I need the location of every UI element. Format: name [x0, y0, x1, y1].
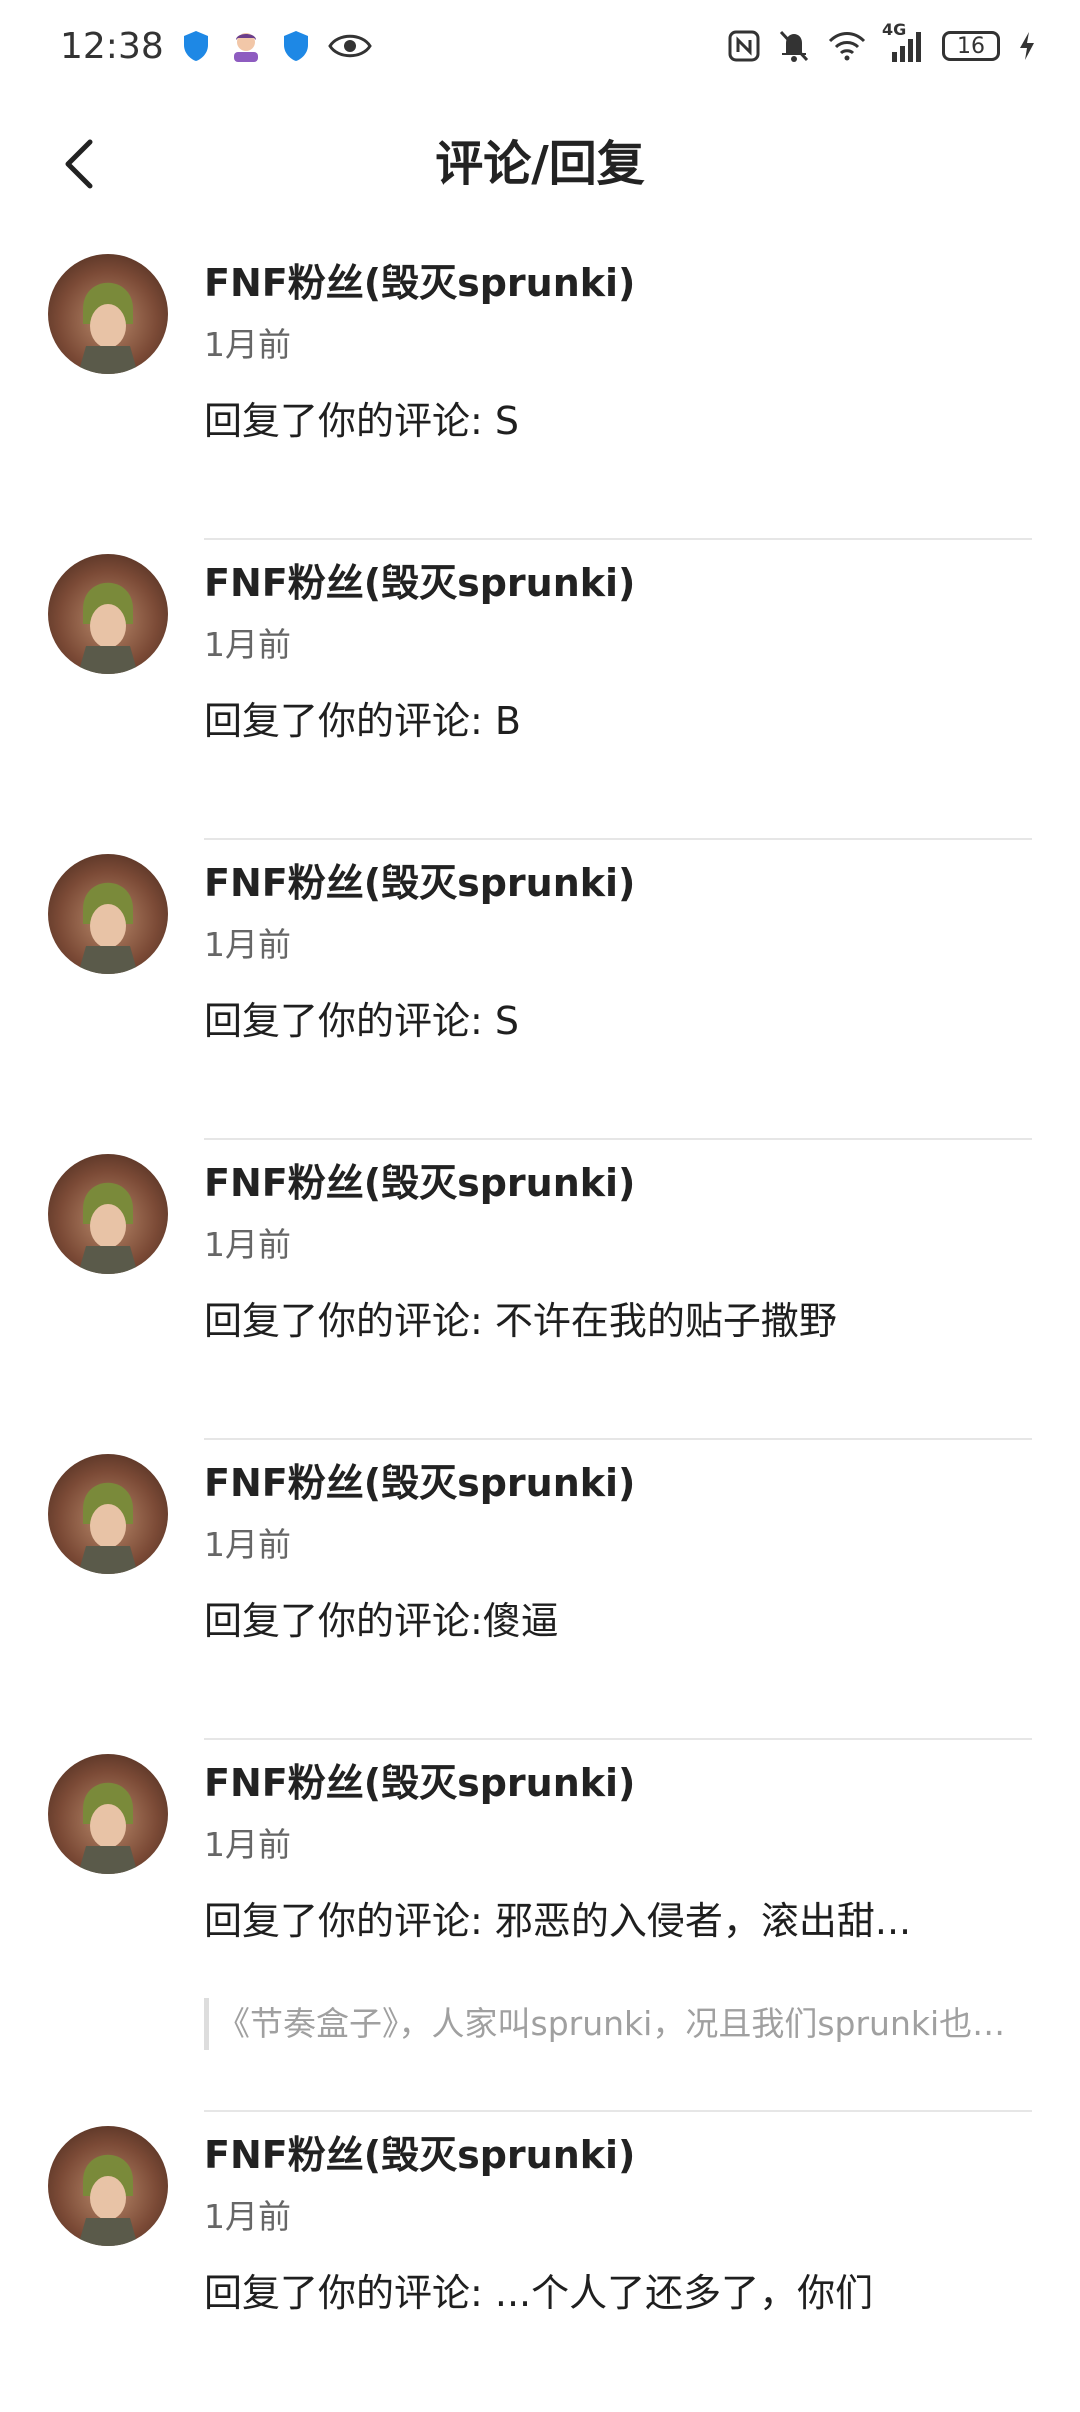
list-item[interactable]: FNF粉丝(毁灭sprunki) 1月前 回复了你的评论: B: [0, 540, 1080, 840]
username[interactable]: FNF粉丝(毁灭sprunki): [204, 1152, 635, 1207]
timestamp: 1月前: [204, 1825, 291, 1864]
username[interactable]: FNF粉丝(毁灭sprunki): [204, 2124, 635, 2179]
reply-text[interactable]: 回复了你的评论: 邪恶的入侵者，滚出甜...: [204, 1890, 911, 1945]
battery-level: 16: [957, 33, 985, 59]
status-right: 4G 16: [728, 20, 1036, 63]
list-item[interactable]: FNF粉丝(毁灭sprunki) 1月前 回复了你的评论: S: [0, 840, 1080, 1140]
list-item[interactable]: FNF粉丝(毁灭sprunki) 1月前 回复了你的评论: 邪恶的入侵者，滚出甜…: [0, 1740, 1080, 2112]
reply-text[interactable]: 回复了你的评论:傻逼: [204, 1590, 559, 1645]
avatar[interactable]: [48, 854, 168, 974]
status-left: 12:38: [60, 26, 372, 67]
shield-icon: [282, 30, 310, 62]
battery-icon: 16: [942, 31, 1000, 61]
list-item[interactable]: FNF粉丝(毁灭sprunki) 1月前 回复了你的评论: ...个人了还多了，…: [0, 2112, 1080, 2412]
clock: 12:38: [60, 25, 164, 67]
charging-icon: [1018, 31, 1036, 61]
network-type: 4G: [882, 20, 907, 39]
avatar[interactable]: [48, 2126, 168, 2246]
page-title: 评论/回复: [435, 136, 645, 192]
list-item[interactable]: FNF粉丝(毁灭sprunki) 1月前 回复了你的评论: S: [0, 240, 1080, 540]
timestamp: 1月前: [204, 925, 291, 964]
status-bar: 12:38 4G 16: [0, 0, 1080, 92]
avatar[interactable]: [48, 554, 168, 674]
reply-text[interactable]: 回复了你的评论: S: [204, 390, 519, 445]
username[interactable]: FNF粉丝(毁灭sprunki): [204, 252, 635, 307]
nfc-icon: [728, 30, 760, 62]
list-item[interactable]: FNF粉丝(毁灭sprunki) 1月前 回复了你的评论:傻逼: [0, 1440, 1080, 1740]
reply-text[interactable]: 回复了你的评论: 不许在我的贴子撒野: [204, 1290, 837, 1345]
timestamp: 1月前: [204, 1225, 291, 1264]
username[interactable]: FNF粉丝(毁灭sprunki): [204, 852, 635, 907]
wifi-icon: [828, 31, 866, 61]
shield-icon: [182, 30, 210, 62]
avatar[interactable]: [48, 1754, 168, 1874]
username[interactable]: FNF粉丝(毁灭sprunki): [204, 1752, 635, 1807]
reply-text[interactable]: 回复了你的评论: B: [204, 690, 521, 745]
mute-bell-icon: [778, 29, 810, 63]
notification-list[interactable]: FNF粉丝(毁灭sprunki) 1月前 回复了你的评论: S FNF粉丝(毁灭…: [0, 240, 1080, 2412]
avatar[interactable]: [48, 254, 168, 374]
quoted-comment[interactable]: 《节奏盒子》，人家叫sprunki，况且我们sprunki也…: [204, 1998, 1032, 2050]
username[interactable]: FNF粉丝(毁灭sprunki): [204, 552, 635, 607]
avatar[interactable]: [48, 1154, 168, 1274]
header: 评论/回复: [0, 110, 1080, 218]
reply-text[interactable]: 回复了你的评论: ...个人了还多了，你们: [204, 2262, 873, 2317]
cellular-signal-icon: 4G: [882, 20, 924, 62]
list-item[interactable]: FNF粉丝(毁灭sprunki) 1月前 回复了你的评论: 不许在我的贴子撒野: [0, 1140, 1080, 1440]
avatar-status-icon: [228, 28, 264, 64]
username[interactable]: FNF粉丝(毁灭sprunki): [204, 1452, 635, 1507]
timestamp: 1月前: [204, 325, 291, 364]
eye-icon: [327, 31, 372, 61]
timestamp: 1月前: [204, 2197, 291, 2236]
reply-text[interactable]: 回复了你的评论: S: [204, 990, 519, 1045]
avatar[interactable]: [48, 1454, 168, 1574]
timestamp: 1月前: [204, 625, 291, 664]
timestamp: 1月前: [204, 1525, 291, 1564]
